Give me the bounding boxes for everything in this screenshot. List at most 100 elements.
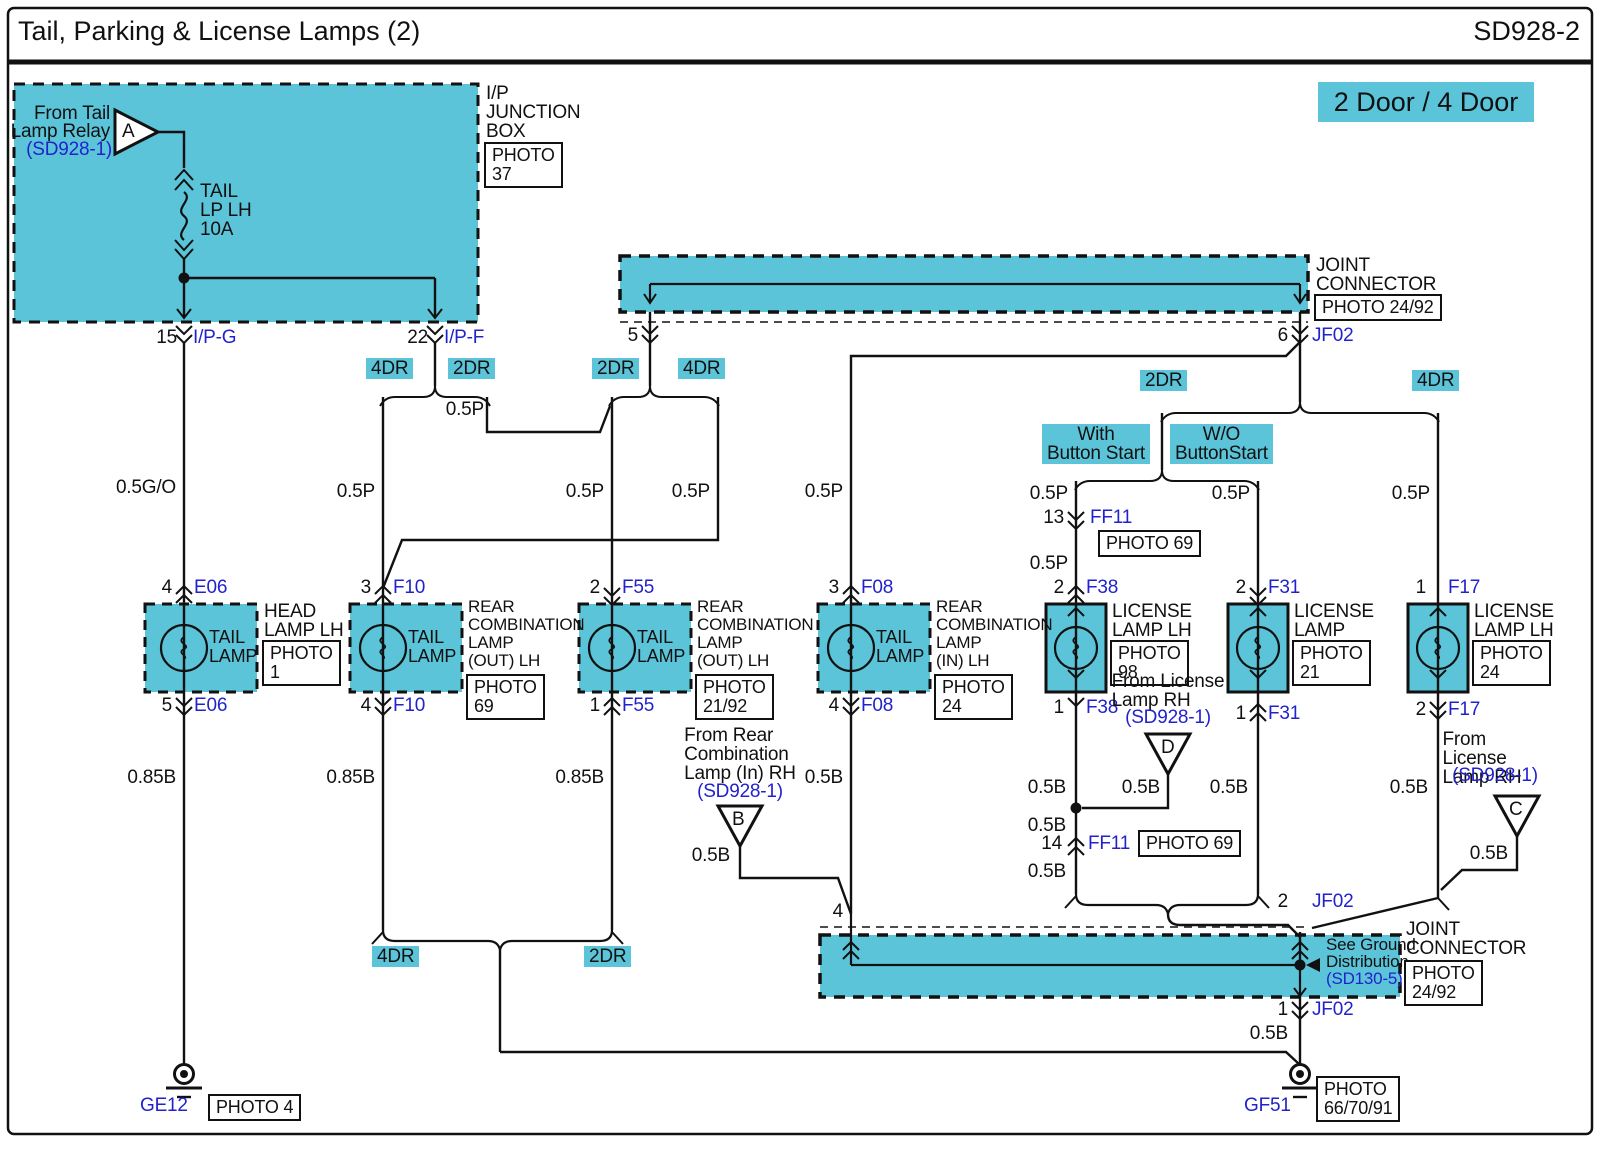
ip-junction-photo: PHOTO 37	[484, 142, 563, 188]
wire-05p-jog: 0.5P	[446, 400, 484, 419]
conn-f17-bot: F17	[1448, 700, 1480, 719]
rear-combo-out2-photo: PHOTO 21/92	[695, 674, 774, 720]
triangle-a-letter: A	[122, 122, 134, 141]
wiring-diagram-page: Tail, Parking & License Lamps (2) SD928-…	[0, 0, 1600, 1160]
tail-lamp-3-label: TAIL LAMP	[637, 628, 685, 666]
conn-ipf: I/P-F	[444, 328, 484, 347]
variant-badge: 2 Door / 4 Door	[1318, 82, 1534, 122]
conn-e06-bot: E06	[194, 696, 227, 715]
conn-f17-top: F17	[1448, 578, 1480, 597]
page-code: SD928-2	[1473, 16, 1580, 47]
ff11-photo-bot: PHOTO 69	[1138, 830, 1241, 857]
rear-combo-out2-caption: REAR COMBINATION LAMP (OUT) LH	[697, 598, 814, 670]
pin-f17-1: 1	[1416, 578, 1426, 597]
chip-4dr-ipf: 4DR	[366, 358, 413, 379]
ground-ge12: GE12	[140, 1096, 188, 1115]
pin-f55-2: 2	[590, 578, 600, 597]
wire-05p-f08: 0.5P	[805, 482, 843, 501]
wire-05b-d: 0.5B	[1122, 778, 1160, 797]
wire-05p-f55: 0.5P	[566, 482, 604, 501]
license-lh-3-photo: PHOTO 24	[1472, 640, 1551, 686]
pin-f10-4: 4	[361, 696, 371, 715]
wire-085b-f10: 0.85B	[326, 768, 375, 787]
pin-f38-2: 2	[1054, 578, 1064, 597]
triangle-b-ref: (SD928-1)	[697, 782, 783, 801]
pin-f55-1: 1	[590, 696, 600, 715]
conn-ff11-bot: FF11	[1088, 834, 1130, 853]
pin-15: 15	[156, 328, 177, 347]
jc-top-pin-5: 5	[628, 326, 638, 345]
pin-f31-1: 1	[1236, 704, 1246, 723]
tail-lamp-1-label: TAIL LAMP	[209, 628, 257, 666]
pin-22: 22	[407, 328, 428, 347]
triangle-c-letter: C	[1509, 800, 1523, 819]
jc-top-photo: PHOTO 24/92	[1314, 294, 1442, 321]
chip-2dr-jc: 2DR	[592, 358, 639, 379]
conn-f10-bot: F10	[393, 696, 425, 715]
conn-ff11-top: FF11	[1090, 508, 1132, 527]
conn-e06-top: E06	[194, 578, 227, 597]
jc-bottom-label: JOINT CONNECTOR	[1406, 920, 1526, 958]
ground-symbol-ge12	[166, 1065, 202, 1098]
jc-bottom-photo: PHOTO 24/92	[1404, 960, 1483, 1006]
jc-top-label: JOINT CONNECTOR	[1316, 256, 1436, 294]
see-ground-ref: (SD130-5)	[1326, 970, 1403, 988]
conn-f55-top: F55	[622, 578, 654, 597]
chip-2dr-right: 2DR	[1140, 370, 1187, 391]
wire-05b-f17: 0.5B	[1390, 778, 1428, 797]
chip-2dr-ipf: 2DR	[448, 358, 495, 379]
ground-gf51: GF51	[1244, 1096, 1291, 1115]
triangle-d-letter: D	[1161, 738, 1175, 757]
ground-ge12-photo: PHOTO 4	[208, 1094, 301, 1121]
ff11-pin-14: 14	[1041, 834, 1062, 853]
rear-combo-in-caption: REAR COMBINATION LAMP (IN) LH	[936, 598, 1053, 670]
chip-with-button-start: With Button Start	[1042, 424, 1150, 464]
head-lamp-photo: PHOTO 1	[262, 640, 341, 686]
tail-lamp-4-label: TAIL LAMP	[876, 628, 924, 666]
wire-05b-c: 0.5B	[1470, 844, 1508, 863]
wire-05b-f38-1: 0.5B	[1028, 778, 1066, 797]
wire-05b-jf02: 0.5B	[1250, 1024, 1288, 1043]
tail-lamp-2-label: TAIL LAMP	[408, 628, 456, 666]
chip-4dr-bottom: 4DR	[372, 946, 419, 967]
wire-05p-f31: 0.5P	[1212, 484, 1250, 503]
page-title: Tail, Parking & License Lamps (2)	[18, 16, 420, 47]
wire-05p-f17: 0.5P	[1392, 484, 1430, 503]
chip-2dr-bottom: 2DR	[584, 946, 631, 967]
conn-f55-bot: F55	[622, 696, 654, 715]
pin-f08-4: 4	[829, 696, 839, 715]
wire-05p-f38-2: 0.5P	[1030, 554, 1068, 573]
conn-f31-bot: F31	[1268, 704, 1300, 723]
wire-05p-f38: 0.5P	[1030, 484, 1068, 503]
pin-f08-3: 3	[829, 578, 839, 597]
head-lamp-caption: HEAD LAMP LH	[264, 602, 344, 640]
jc-bottom-pin-1: 1	[1278, 1000, 1288, 1019]
chip-4dr-jc: 4DR	[678, 358, 725, 379]
ground-gf51-photo: PHOTO 66/70/91	[1316, 1076, 1400, 1122]
wire-05p-f10: 0.5P	[337, 482, 375, 501]
conn-f08-bot: F08	[861, 696, 893, 715]
conn-jf02-pin2: JF02	[1312, 892, 1353, 911]
jc-bottom-pin-2: 2	[1278, 892, 1288, 911]
ff11-photo-top: PHOTO 69	[1098, 530, 1201, 557]
pin-f31-2: 2	[1236, 578, 1246, 597]
conn-f31-top: F31	[1268, 578, 1300, 597]
ip-junction-box-label: I/P JUNCTION BOX	[486, 84, 580, 141]
license-2-photo: PHOTO 21	[1292, 640, 1371, 686]
wire-085b-f55: 0.85B	[555, 768, 604, 787]
triangle-d-ref: (SD928-1)	[1125, 708, 1211, 727]
pin-f38-1: 1	[1054, 698, 1064, 717]
license-lh-1-caption: LICENSE LAMP LH	[1112, 602, 1192, 640]
license-2-caption: LICENSE LAMP	[1294, 602, 1374, 640]
wire-05b-f38-3: 0.5B	[1028, 862, 1066, 881]
fuse-name: TAIL LP LH 10A	[200, 182, 251, 239]
license-lh-3-caption: LICENSE LAMP LH	[1474, 602, 1554, 640]
pin-f17-2: 2	[1416, 700, 1426, 719]
rear-combo-in-photo: PHOTO 24	[934, 674, 1013, 720]
conn-jf02-top: JF02	[1312, 326, 1353, 345]
conn-f10-top: F10	[393, 578, 425, 597]
conn-ipg: I/P-G	[193, 328, 236, 347]
jc-top-pin-6: 6	[1278, 326, 1288, 345]
wire-05p-4dr: 0.5P	[672, 482, 710, 501]
see-ground-line2: Distribution	[1326, 953, 1409, 971]
